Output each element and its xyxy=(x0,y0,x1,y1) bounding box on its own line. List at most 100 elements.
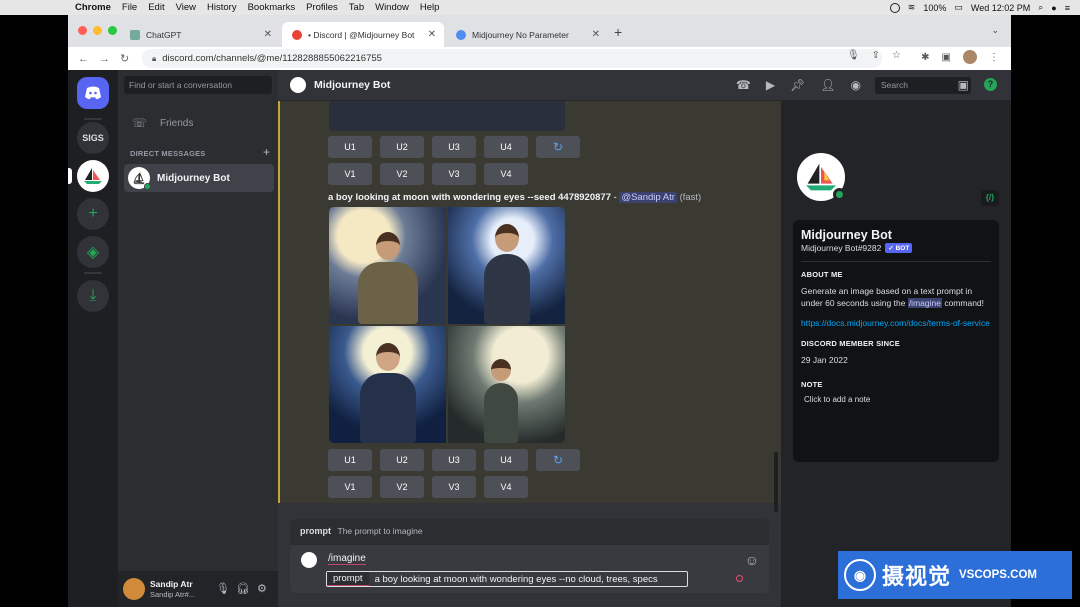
user-avatar[interactable] xyxy=(123,578,145,600)
user-profile-icon[interactable]: ◉ xyxy=(851,78,861,92)
note-input[interactable]: Click to add a note xyxy=(804,395,991,404)
explore-servers-button[interactable]: ◈ xyxy=(77,236,109,268)
record-icon[interactable] xyxy=(889,2,900,13)
generated-image-3[interactable] xyxy=(329,326,446,443)
variation-1-button[interactable]: V1 xyxy=(328,163,372,185)
menu-bookmarks[interactable]: Bookmarks xyxy=(248,2,296,13)
generated-image-1[interactable] xyxy=(329,207,446,324)
command-input-box[interactable]: /imagine prompt a boy looking at moon wi… xyxy=(290,545,769,593)
user-mention[interactable]: @Sandip Atr xyxy=(619,192,677,203)
upscale-4-button[interactable]: U4 xyxy=(484,449,528,471)
discord-home-button[interactable] xyxy=(77,77,109,109)
profile-avatar[interactable] xyxy=(963,50,977,64)
terms-link[interactable]: https://docs.midjourney.com/docs/terms-o… xyxy=(801,317,991,329)
tab-search-chevron-icon[interactable]: ⌄ xyxy=(991,25,999,36)
forward-icon[interactable]: → xyxy=(99,53,110,65)
extensions-icon[interactable]: ✱ xyxy=(921,52,929,63)
upscale-1-button[interactable]: U1 xyxy=(328,449,372,471)
upscale-3-button[interactable]: U3 xyxy=(432,136,476,158)
inbox-icon[interactable]: ▣ xyxy=(958,78,969,92)
menu-history[interactable]: History xyxy=(207,2,237,13)
tab-chatgpt[interactable]: ChatGPT ✕ xyxy=(120,22,280,47)
upscale-2-button[interactable]: U2 xyxy=(380,449,424,471)
upscale-1-button[interactable]: U1 xyxy=(328,136,372,158)
previous-image-grid[interactable] xyxy=(329,101,565,131)
download-apps-button[interactable]: ⤓ xyxy=(77,280,109,312)
generated-image-4[interactable] xyxy=(448,326,565,443)
battery-icon[interactable]: ▭ xyxy=(954,2,963,13)
server-sigs[interactable]: SIGS xyxy=(77,122,109,154)
url-text[interactable]: discord.com/channels/@me/112828885506221… xyxy=(162,53,382,64)
prompt-input-value[interactable]: a boy looking at moon with wondering eye… xyxy=(375,574,658,585)
variation-2-button[interactable]: V2 xyxy=(380,476,424,498)
dm-item-midjourney-bot[interactable]: ⛵︎ Midjourney Bot xyxy=(124,164,274,192)
chat-search-input[interactable]: Search ⌕ xyxy=(875,77,971,94)
slash-commands-badge[interactable]: {/} xyxy=(981,190,999,206)
variation-4-button[interactable]: V4 xyxy=(484,163,528,185)
friends-nav-item[interactable]: ☏ Friends xyxy=(126,112,270,134)
clock[interactable]: Wed 12:02 PM xyxy=(971,3,1030,13)
search-icon[interactable]: ⌕ xyxy=(1038,2,1043,13)
variation-2-button[interactable]: V2 xyxy=(380,163,424,185)
server-midjourney-dm[interactable] xyxy=(77,160,109,192)
back-icon[interactable]: ← xyxy=(78,53,89,65)
menu-profiles[interactable]: Profiles xyxy=(306,2,338,13)
close-tab-icon[interactable]: ✕ xyxy=(592,29,600,40)
variation-4-button[interactable]: V4 xyxy=(484,476,528,498)
create-dm-icon[interactable]: + xyxy=(263,145,270,159)
wifi-icon[interactable]: ≋ xyxy=(908,2,916,13)
slash-command[interactable]: /imagine xyxy=(328,553,366,565)
menu-window[interactable]: Window xyxy=(375,2,409,13)
find-conversation-input[interactable]: Find or start a conversation xyxy=(124,76,272,94)
close-tab-icon[interactable]: ✕ xyxy=(264,29,272,40)
menu-edit[interactable]: Edit xyxy=(148,2,164,13)
message-scrollbar[interactable] xyxy=(774,452,778,512)
user-name[interactable]: Sandip Atr xyxy=(150,579,193,589)
mute-microphone-icon[interactable]: 🎙︎ xyxy=(216,582,230,595)
chat-title[interactable]: Midjourney Bot xyxy=(314,79,390,91)
emoji-picker-icon[interactable]: ☺ xyxy=(745,552,759,568)
new-tab-button[interactable]: + xyxy=(614,24,622,40)
pinned-messages-icon[interactable]: 📌︎ xyxy=(790,78,805,92)
variation-1-button[interactable]: V1 xyxy=(328,476,372,498)
variation-3-button[interactable]: V3 xyxy=(432,163,476,185)
add-server-button[interactable]: + xyxy=(77,198,109,230)
add-friends-to-dm-icon[interactable]: 👤︎ xyxy=(820,78,835,92)
user-settings-gear-icon[interactable]: ⚙︎ xyxy=(257,582,267,595)
menu-file[interactable]: File xyxy=(122,2,137,13)
variation-3-button[interactable]: V3 xyxy=(432,476,476,498)
menu-app-name[interactable]: Chrome xyxy=(75,2,111,13)
minimize-window-button[interactable] xyxy=(93,26,102,35)
deafen-headphones-icon[interactable]: 🎧︎ xyxy=(236,582,250,595)
more-menu-icon[interactable]: ⋮ xyxy=(989,52,999,63)
video-call-icon[interactable]: ▶︎ xyxy=(766,78,775,92)
profile-tag[interactable]: Midjourney Bot#9282 xyxy=(801,243,881,253)
microphone-icon[interactable]: 🎙︎ xyxy=(847,50,860,61)
prompt-option-field[interactable]: prompt a boy looking at moon with wonder… xyxy=(326,571,688,587)
lock-icon[interactable]: 🔒︎ xyxy=(152,54,156,64)
siri-icon[interactable]: ● xyxy=(1051,3,1056,13)
menu-help[interactable]: Help xyxy=(420,2,440,13)
reroll-button[interactable]: ↻ xyxy=(536,449,580,471)
control-center-icon[interactable]: ≡ xyxy=(1065,3,1070,13)
generated-image-grid[interactable] xyxy=(329,207,565,443)
side-panel-icon[interactable]: ▣ xyxy=(942,52,951,63)
bookmark-star-icon[interactable]: ☆ xyxy=(892,50,901,61)
reload-icon[interactable]: ↻ xyxy=(120,52,129,65)
menu-tab[interactable]: Tab xyxy=(349,2,364,13)
tab-midjourney-docs[interactable]: Midjourney No Parameter ✕ xyxy=(446,22,608,47)
battery-percent[interactable]: 100% xyxy=(923,3,946,13)
profile-avatar[interactable] xyxy=(793,149,849,205)
generated-image-2[interactable] xyxy=(448,207,565,324)
menu-view[interactable]: View xyxy=(176,2,196,13)
close-window-button[interactable] xyxy=(78,26,87,35)
upscale-3-button[interactable]: U3 xyxy=(432,449,476,471)
voice-call-icon[interactable]: ☎︎ xyxy=(736,78,751,92)
help-icon[interactable]: ? xyxy=(984,78,997,91)
share-icon[interactable]: ⇪ xyxy=(872,50,880,61)
address-bar[interactable]: 🔒︎ discord.com/channels/@me/112828885506… xyxy=(142,49,882,68)
tab-discord[interactable]: • Discord | @Midjourney Bot ✕ xyxy=(282,22,444,47)
zoom-window-button[interactable] xyxy=(108,26,117,35)
about-command[interactable]: /imagine xyxy=(907,298,942,308)
upscale-2-button[interactable]: U2 xyxy=(380,136,424,158)
